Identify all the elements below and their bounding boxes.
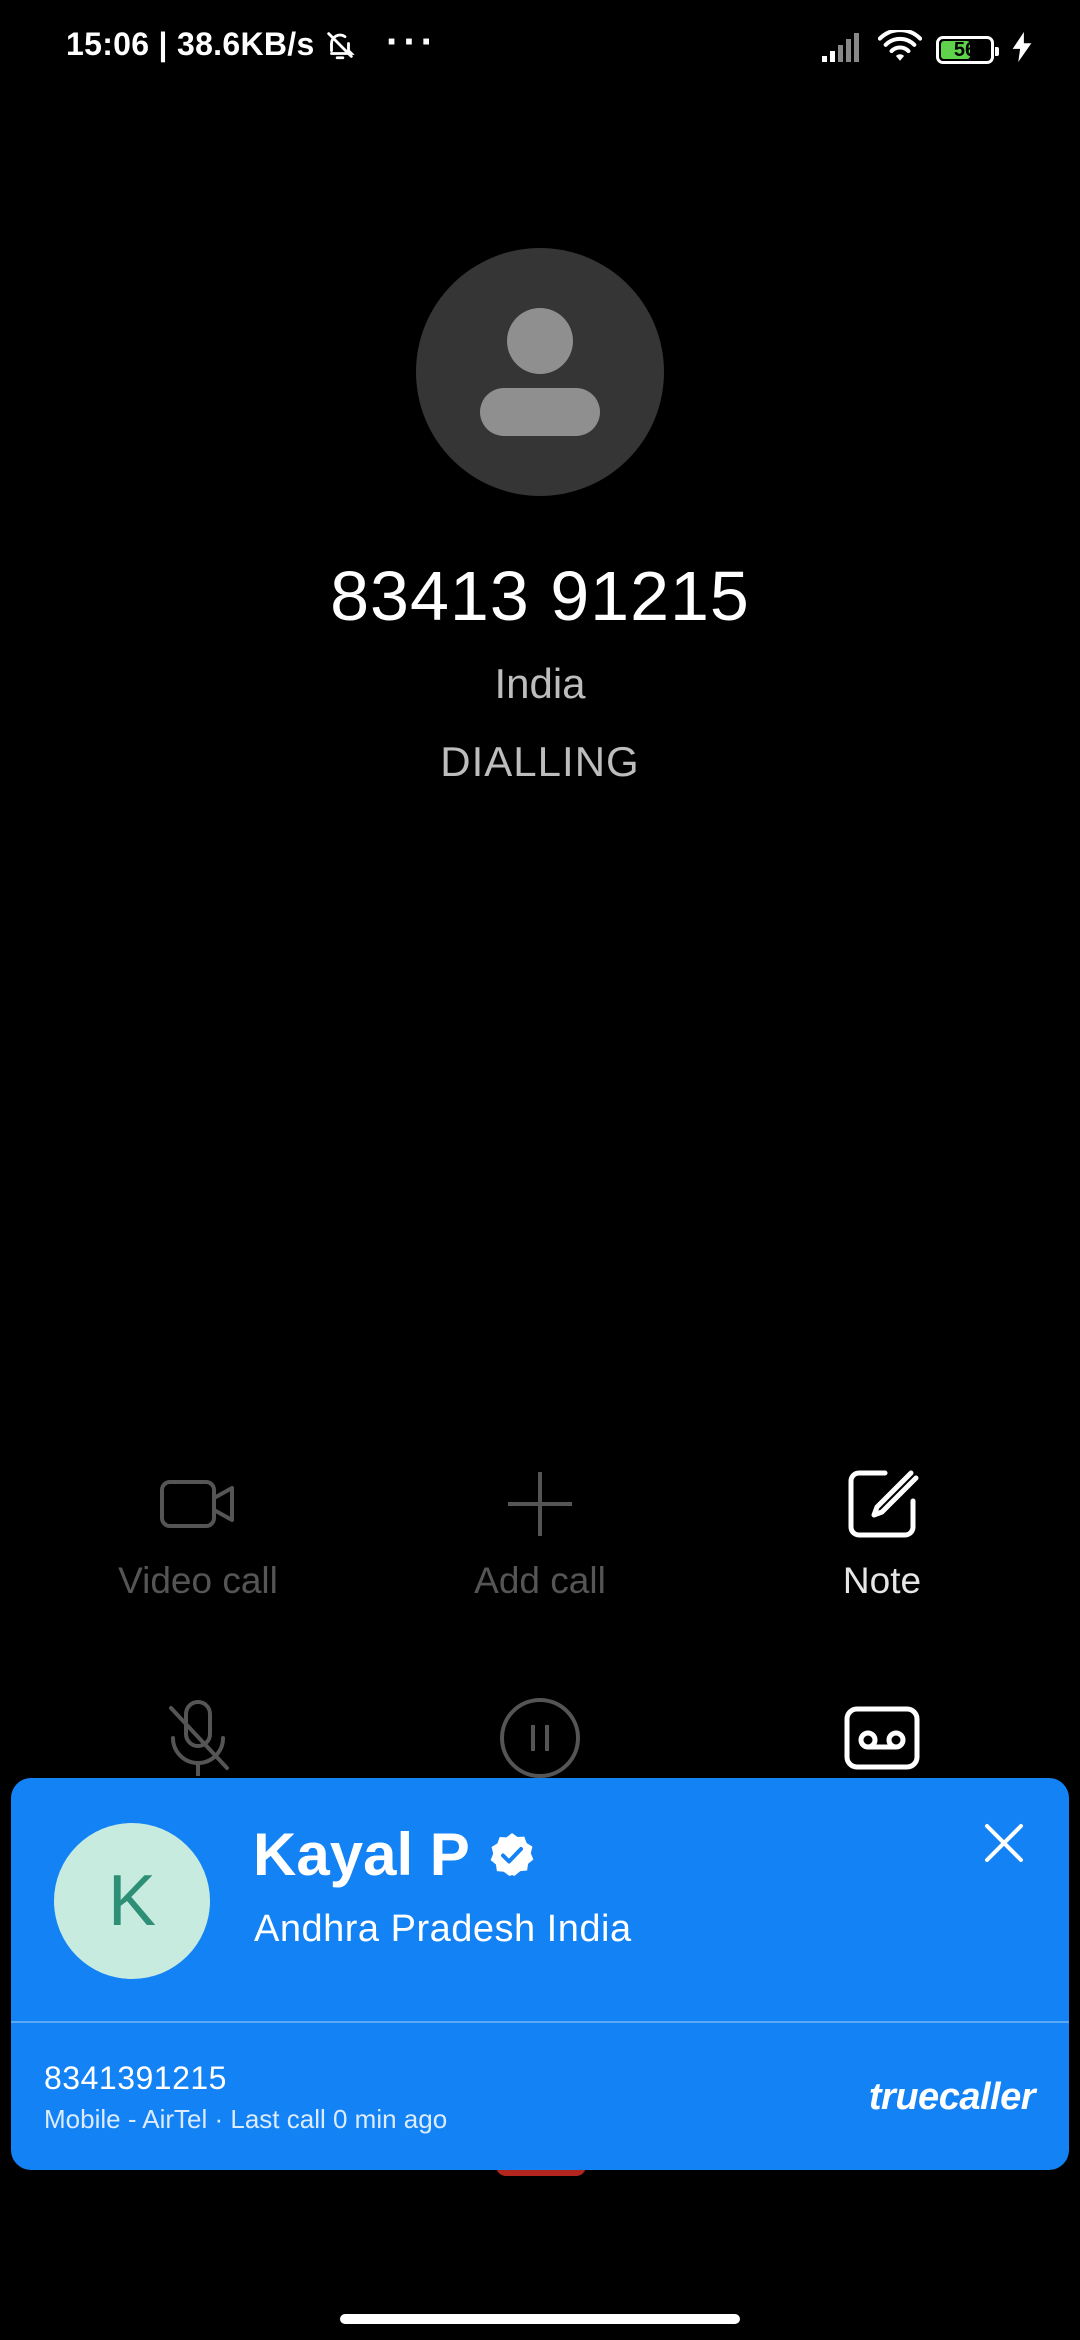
contact-avatar xyxy=(416,248,664,496)
more-notifications-icon: ··· xyxy=(386,20,438,64)
caller-name-row: Kayal P xyxy=(253,1820,536,1889)
video-call-label: Video call xyxy=(118,1560,278,1601)
number-region: India xyxy=(494,660,586,707)
mute-button[interactable] xyxy=(48,1700,348,1776)
close-icon[interactable] xyxy=(979,1818,1029,1868)
status-right: 56 xyxy=(822,28,1032,69)
bell-off-icon xyxy=(323,28,357,62)
signal-icon xyxy=(822,32,864,67)
dialled-number: 83413 91215 xyxy=(330,557,750,635)
wifi-icon xyxy=(877,28,923,69)
charging-icon xyxy=(1012,32,1032,67)
truecaller-caller-id-card[interactable]: K Kayal P Andhra Pradesh India 834139121… xyxy=(11,1778,1069,2170)
call-status: DIALLING xyxy=(440,738,640,785)
add-call-button[interactable]: Add call xyxy=(390,1466,690,1602)
caller-phone-number: 8341391215 xyxy=(44,2060,227,2096)
home-indicator[interactable] xyxy=(340,2314,740,2324)
status-left: 15:06 | 38.6KB/s xyxy=(66,26,357,63)
caller-avatar: K xyxy=(54,1823,210,1979)
note-button[interactable]: Note xyxy=(732,1466,1032,1602)
plus-icon xyxy=(508,1472,572,1536)
mic-off-icon xyxy=(169,1700,229,1776)
card-divider xyxy=(11,2021,1069,2023)
hold-button[interactable] xyxy=(390,1698,690,1778)
pause-icon xyxy=(500,1698,580,1778)
caller-location: Andhra Pradesh India xyxy=(254,1908,632,1950)
time-speed-text: 15:06 | 38.6KB/s xyxy=(66,26,315,62)
battery-level: 56 xyxy=(953,38,977,61)
verified-badge-icon xyxy=(490,1832,534,1876)
record-button[interactable] xyxy=(732,1700,1032,1776)
video-camera-icon xyxy=(160,1480,234,1528)
person-icon xyxy=(480,308,600,436)
battery-tip xyxy=(995,46,999,56)
voicemail-icon xyxy=(844,1706,920,1770)
truecaller-logo: truecaller xyxy=(868,2076,1036,2118)
add-call-label: Add call xyxy=(474,1560,606,1601)
video-call-button[interactable]: Video call xyxy=(48,1466,348,1602)
battery-icon: 56 xyxy=(936,35,999,64)
note-edit-icon xyxy=(848,1470,919,1538)
caller-name: Kayal P xyxy=(253,1821,470,1888)
note-label: Note xyxy=(842,1560,922,1601)
caller-details: Mobile - AirTel · Last call 0 min ago xyxy=(44,2104,448,2134)
status-bar: 15:06 | 38.6KB/s ··· 56 xyxy=(0,0,1080,96)
